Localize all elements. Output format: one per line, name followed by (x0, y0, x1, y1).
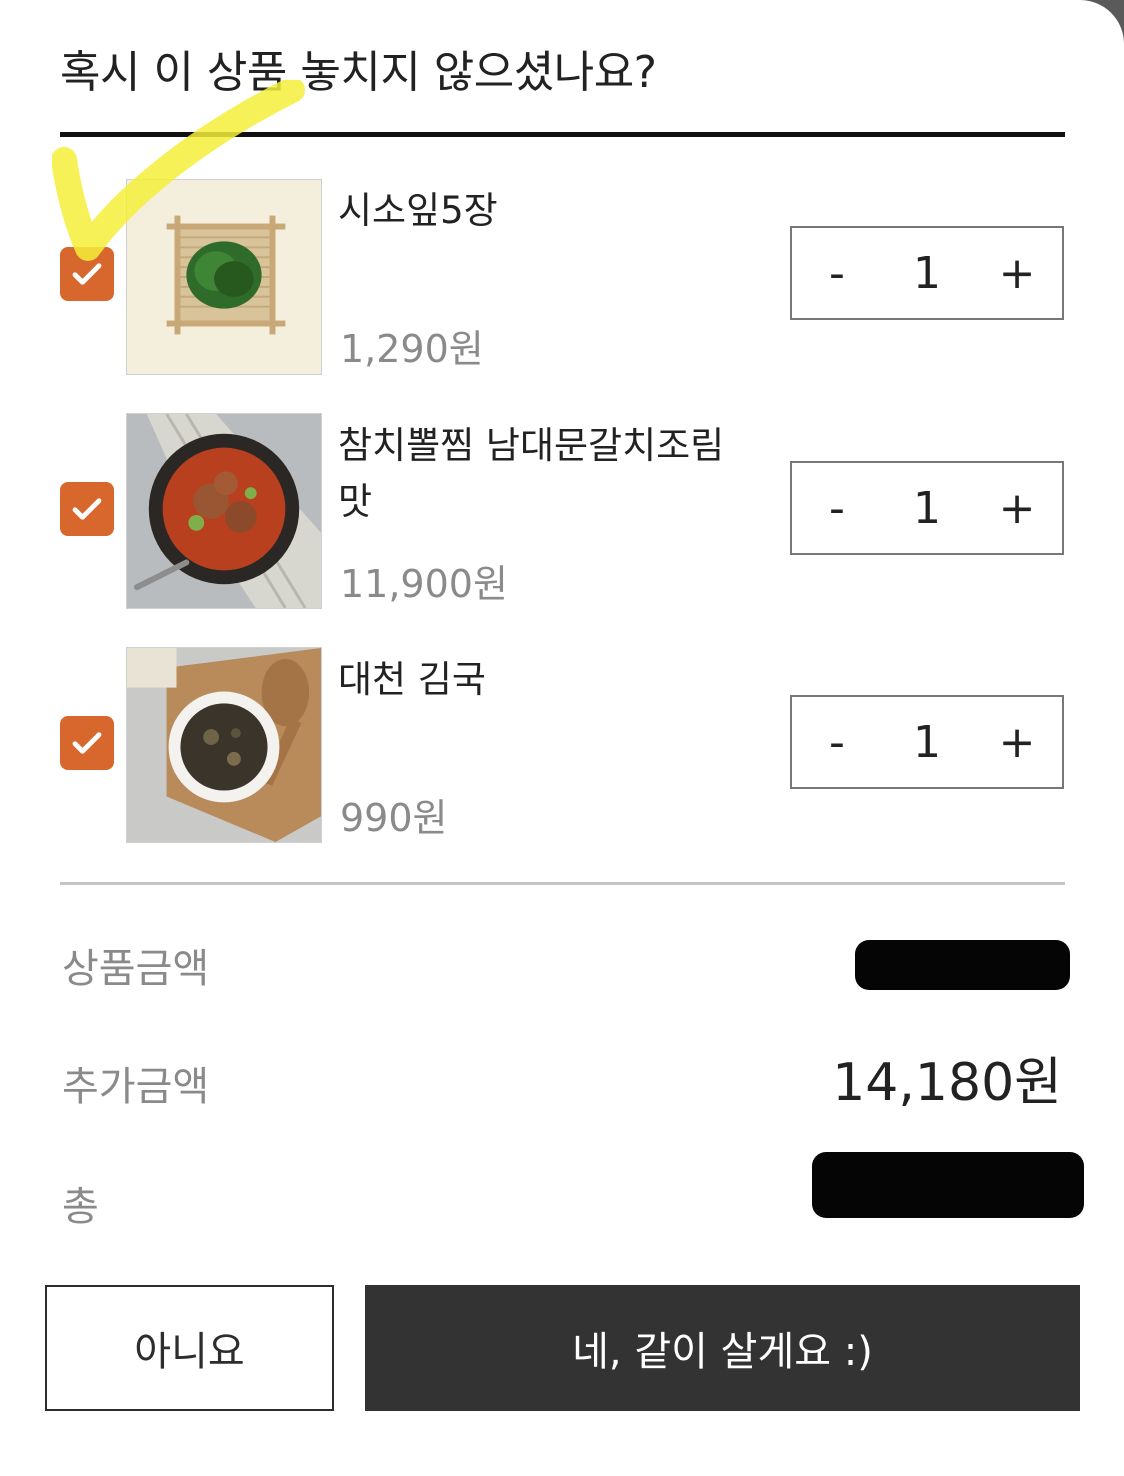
checkmark-icon (72, 498, 102, 520)
product-name: 참치뽈찜 남대문갈치조림맛 (338, 424, 725, 523)
quantity-stepper: - 1 + (790, 461, 1064, 555)
extra-amount-value: 14,180원 (832, 1053, 1062, 1113)
item-checkbox[interactable] (60, 247, 114, 301)
perilla-leaf-image (127, 180, 321, 374)
summary-divider (60, 882, 1065, 885)
quantity-stepper: - 1 + (790, 226, 1064, 320)
total-label: 총 (62, 1184, 99, 1230)
quantity-value: 1 (913, 716, 941, 768)
product-amount-label: 상품금액 (62, 946, 210, 992)
product-name: 대천 김국 (338, 658, 486, 701)
decrease-button[interactable]: - (792, 483, 882, 534)
product-name: 시소잎5장 (338, 189, 498, 232)
item-checkbox[interactable] (60, 716, 114, 770)
quantity-stepper: - 1 + (790, 695, 1064, 789)
product-image (126, 647, 322, 843)
increase-button[interactable]: + (972, 248, 1062, 299)
extra-amount-label: 추가금액 (62, 1064, 210, 1110)
decrease-button[interactable]: - (792, 717, 882, 768)
redacted-product-amount (855, 940, 1070, 990)
increase-button[interactable]: + (972, 483, 1062, 534)
item-checkbox[interactable] (60, 482, 114, 536)
redacted-total-amount (812, 1152, 1084, 1218)
title-divider (60, 132, 1065, 137)
no-button[interactable]: 아니요 (45, 1285, 334, 1411)
increase-button[interactable]: + (972, 717, 1062, 768)
product-row: 참치뽈찜 남대문갈치조림맛 11,900원 - 1 + (0, 410, 1124, 610)
product-row: 시소잎5장 1,290원 - 1 + (0, 175, 1124, 375)
yes-buy-together-button[interactable]: 네, 같이 살게요 :) (365, 1285, 1080, 1411)
quantity-value: 1 (913, 482, 941, 534)
product-price: 990원 (340, 796, 448, 840)
product-image (126, 179, 322, 375)
decrease-button[interactable]: - (792, 248, 882, 299)
quantity-value: 1 (913, 247, 941, 299)
product-row: 대천 김국 990원 - 1 + (0, 644, 1124, 844)
braised-fish-image (127, 414, 321, 608)
product-price: 1,290원 (340, 327, 484, 371)
seaweed-soup-image (127, 648, 321, 842)
upsell-dialog: 혹시 이 상품 놓치지 않으셨나요? 시소잎5장 1,290원 - 1 + 참치… (0, 0, 1124, 1476)
product-price: 11,900원 (340, 562, 508, 606)
checkmark-icon (72, 732, 102, 754)
dialog-title: 혹시 이 상품 놓치지 않으셨나요? (60, 47, 657, 98)
product-image (126, 413, 322, 609)
checkmark-icon (72, 263, 102, 285)
